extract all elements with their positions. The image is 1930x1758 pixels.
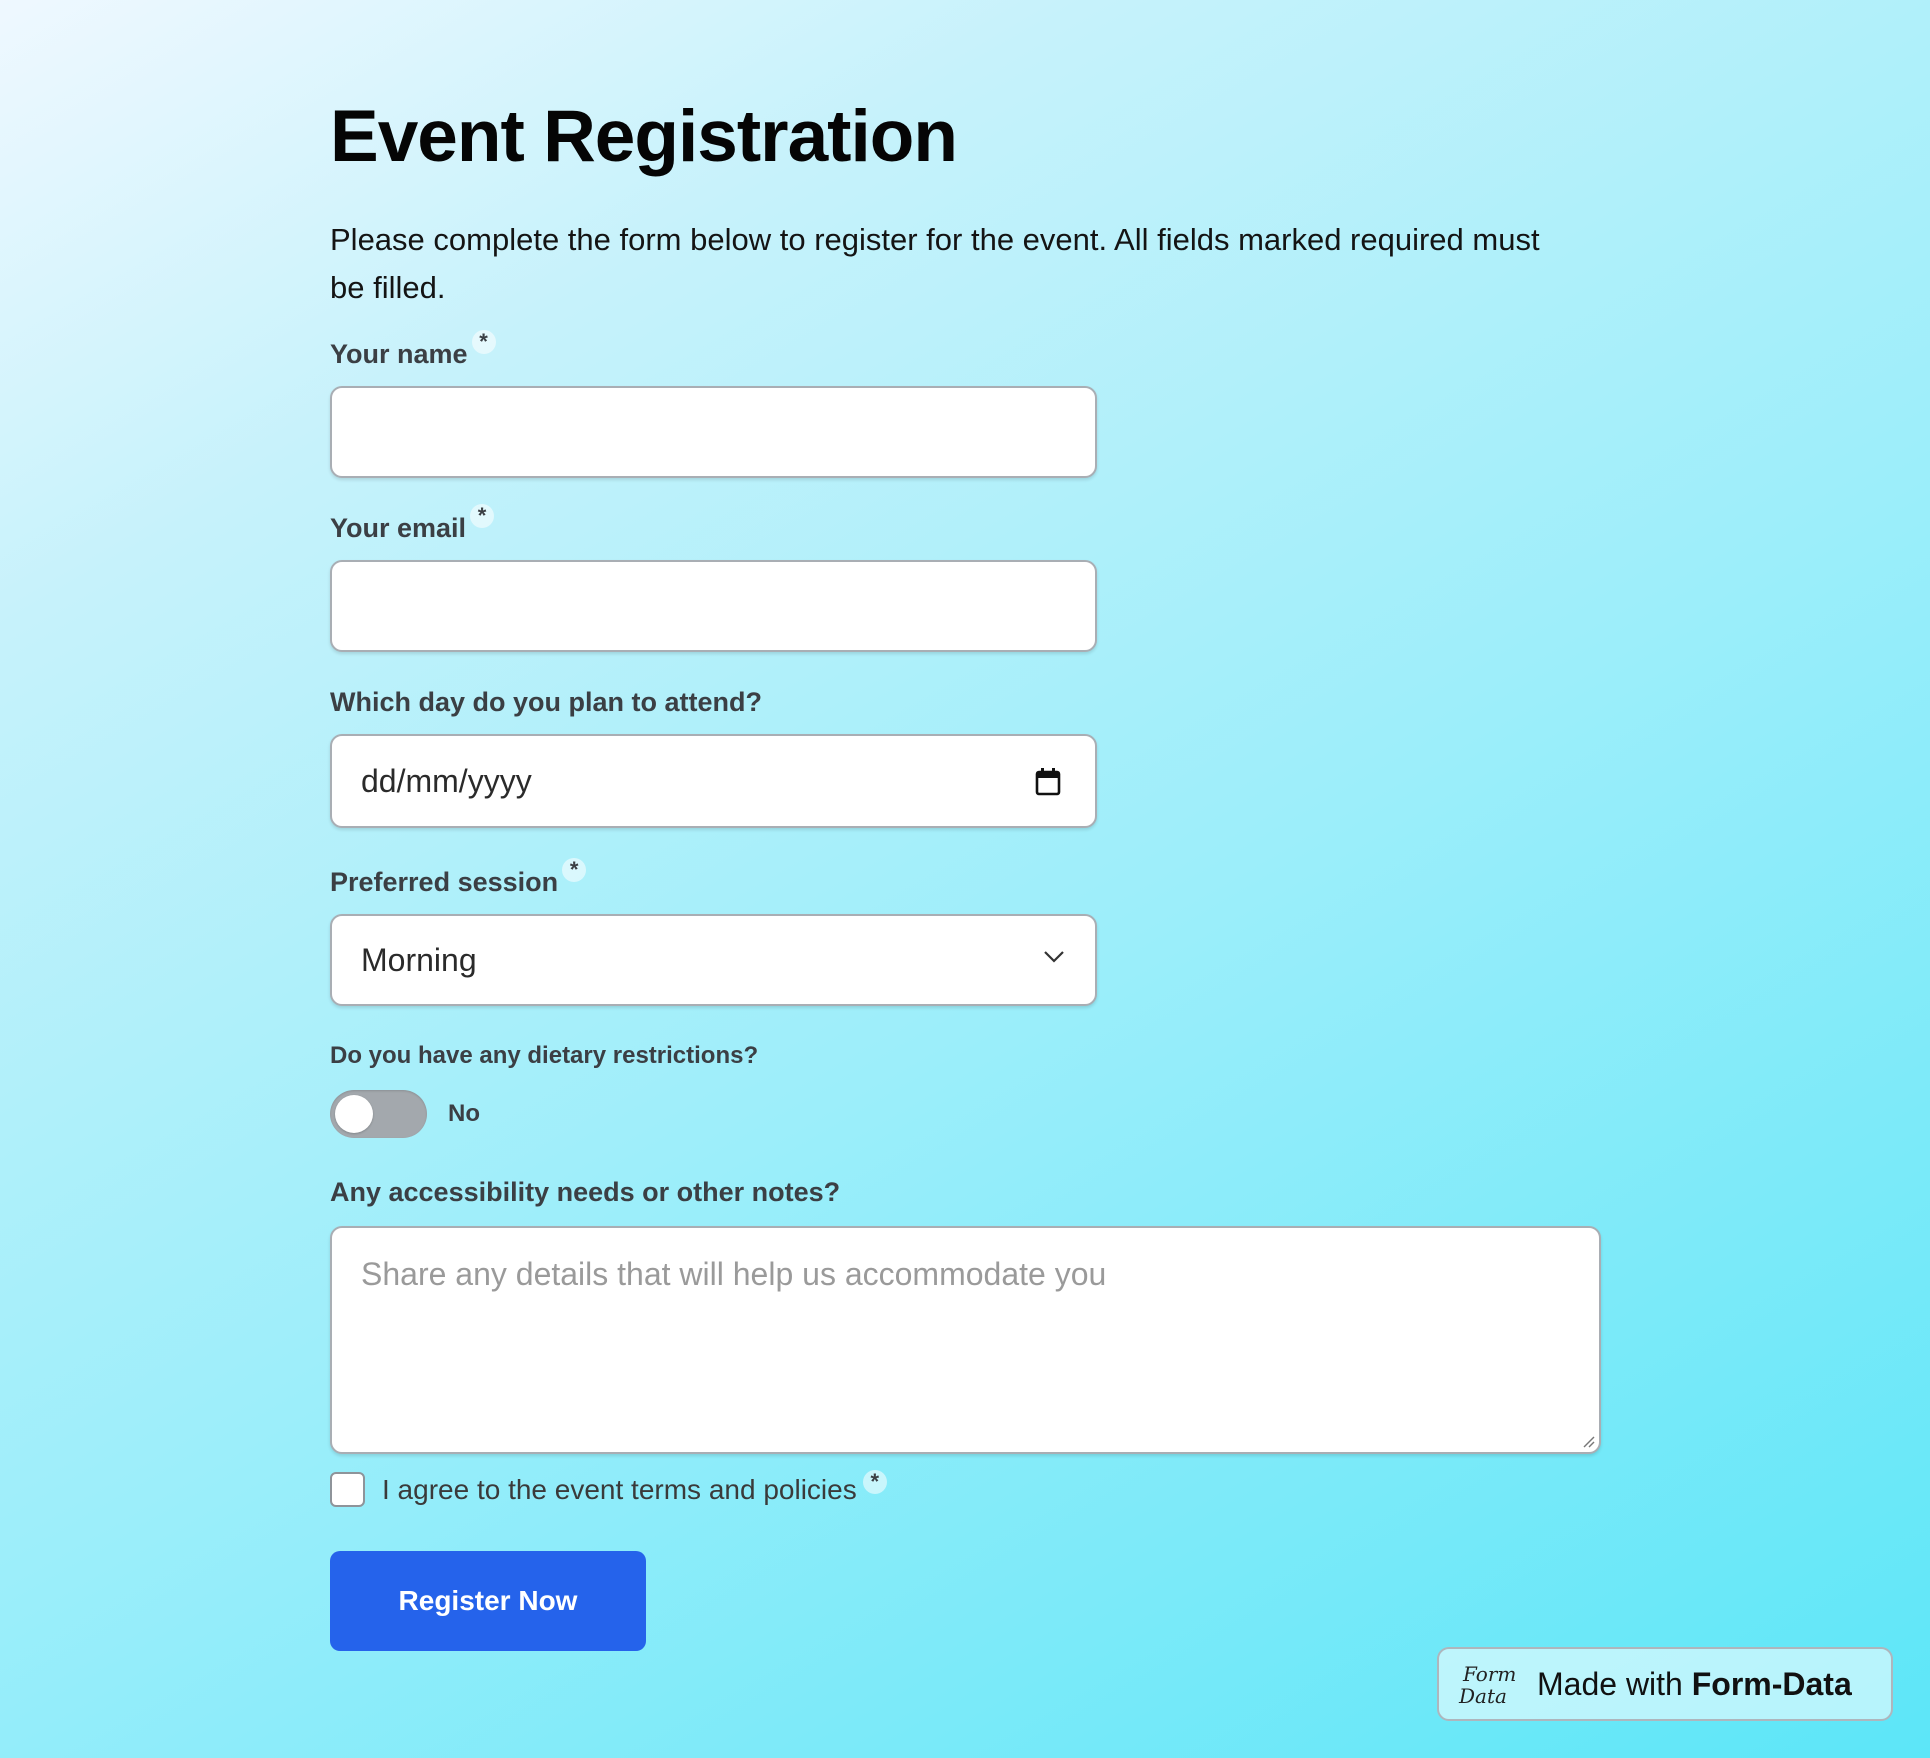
email-group: Your email * [330,503,1600,652]
badge-brand: Form-Data [1691,1665,1852,1702]
toggle-knob [335,1095,373,1133]
session-label: Preferred session * [330,857,1600,900]
required-indicator: * [471,329,496,354]
required-indicator: * [470,503,495,528]
required-indicator: * [562,857,587,882]
page-title: Event Registration [330,96,958,177]
required-indicator: * [862,1469,887,1494]
name-label: Your name * [330,329,1600,372]
dietary-toggle-row: No [330,1090,1600,1138]
email-label-text: Your email [330,513,467,543]
made-with-badge[interactable]: Form Data Made with Form-Data [1437,1647,1893,1721]
terms-checkbox[interactable] [330,1472,365,1507]
svg-text:Data: Data [1458,1684,1507,1708]
name-input[interactable] [330,386,1097,478]
notes-label: Any accessibility needs or other notes? [330,1174,1600,1210]
email-label: Your email * [330,503,1600,546]
svg-text:Form: Form [1462,1662,1516,1686]
dietary-toggle[interactable] [330,1090,427,1138]
register-button[interactable]: Register Now [330,1551,646,1651]
registration-form: Event Registration Please complete the f… [330,96,1601,1651]
dietary-label: Do you have any dietary restrictions? [330,1042,759,1069]
terms-label-text: I agree to the event terms and policies [382,1473,857,1505]
session-selected-value: Morning [361,941,477,978]
session-label-text: Preferred session [330,867,559,897]
date-group: Which day do you plan to attend? dd/mm/y… [330,684,1600,828]
session-select[interactable]: Morning [330,914,1097,1006]
date-input[interactable]: dd/mm/yyyy [330,734,1097,828]
name-group: Your name * [330,329,1600,478]
date-placeholder: dd/mm/yyyy [361,762,532,799]
badge-text: Made with Form-Data [1537,1666,1852,1703]
notes-label-text: Any accessibility needs or other notes? [330,1177,841,1207]
badge-prefix: Made with [1537,1665,1692,1702]
terms-label[interactable]: I agree to the event terms and policies … [382,1469,887,1506]
resize-handle-icon[interactable] [1581,1434,1595,1448]
date-label-text: Which day do you plan to attend? [330,687,762,717]
notes-textarea[interactable]: Share any details that will help us acco… [330,1226,1601,1454]
dietary-group: Do you have any dietary restrictions? No [330,1040,1600,1138]
session-group: Preferred session * Morning [330,857,1600,1006]
name-label-text: Your name [330,339,468,369]
notes-group: Any accessibility needs or other notes? … [330,1174,1601,1454]
terms-row: I agree to the event terms and policies … [330,1469,1600,1507]
email-input[interactable] [330,560,1097,652]
date-label: Which day do you plan to attend? [330,684,1600,720]
notes-placeholder: Share any details that will help us acco… [361,1256,1107,1292]
calendar-icon[interactable] [1035,768,1061,796]
form-data-logo-icon: Form Data [1458,1662,1516,1708]
chevron-down-icon [1044,951,1064,963]
form-intro: Please complete the form below to regist… [330,222,1540,305]
dietary-toggle-state: No [448,1100,480,1127]
